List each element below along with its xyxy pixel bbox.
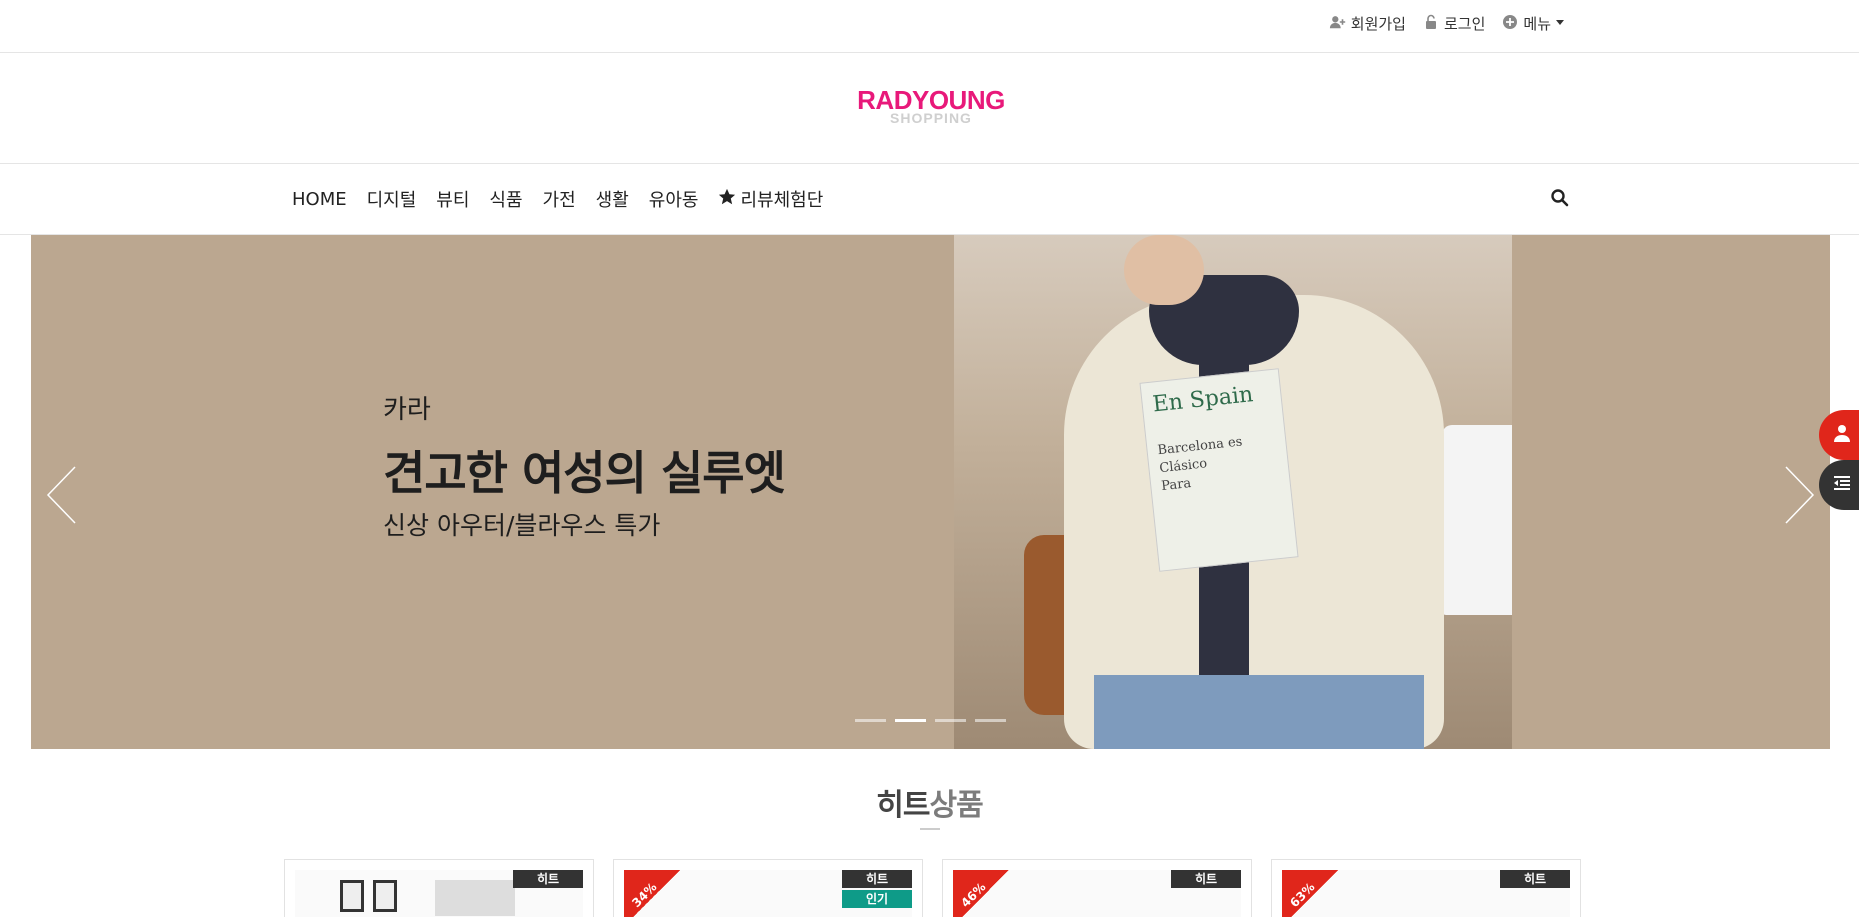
nav-item-living[interactable]: 생활	[596, 186, 629, 212]
logo-band: RADYOUNG SHOPPING	[0, 53, 1859, 164]
signup-link[interactable]: 회원가입	[1329, 13, 1406, 34]
menu-label: 메뉴	[1523, 15, 1551, 33]
login-link[interactable]: 로그인	[1422, 13, 1485, 34]
caret-down-icon	[1555, 14, 1565, 34]
plus-circle-icon	[1501, 14, 1519, 34]
hit-badge: 히트	[513, 870, 583, 888]
discount-ribbon: 63%	[1282, 870, 1338, 917]
nav-item-beauty[interactable]: 뷰티	[436, 186, 469, 212]
product-card[interactable]: 46% 히트	[942, 859, 1252, 917]
nav-item-appliance[interactable]: 가전	[543, 186, 576, 212]
outdent-list-icon	[1826, 473, 1852, 497]
nav-items: HOME 디지털 뷰티 식품 가전 생활 유아동 리뷰체험단	[292, 186, 823, 212]
image-frame-decor	[373, 880, 397, 912]
image-frame-decor	[435, 880, 515, 916]
discount-ribbon: 34%	[624, 870, 680, 917]
review-label: 리뷰체험단	[740, 190, 824, 211]
search-icon[interactable]	[1550, 188, 1570, 208]
photo-bed	[1442, 425, 1512, 615]
banner-text: 카라 견고한 여성의 실루엣 신상 아우터/블라우스 특가	[383, 393, 786, 543]
top-links: 회원가입 로그인 메뉴	[1329, 13, 1565, 34]
product-card[interactable]: 히트	[284, 859, 594, 917]
discount-rate: 63%	[1287, 879, 1318, 911]
section-title: 히트상품	[0, 780, 1859, 824]
main-nav: HOME 디지털 뷰티 식품 가전 생활 유아동 리뷰체험단	[0, 164, 1859, 235]
discount-ribbon: 46%	[953, 870, 1009, 917]
slide-pagination	[855, 719, 1006, 722]
slide-dot[interactable]	[855, 719, 886, 722]
book-title: En Spain	[1151, 382, 1255, 418]
nav-item-digital[interactable]: 디지털	[367, 186, 417, 212]
photo-book: En Spain Barcelona es Clásico Para	[1139, 368, 1299, 572]
user-plus-icon	[1329, 14, 1347, 34]
site-logo[interactable]: RADYOUNG SHOPPING	[856, 87, 1006, 125]
hit-badge: 히트	[1500, 870, 1570, 888]
book-text: Barcelona es Clásico Para	[1157, 433, 1247, 496]
banner-small-text: 카라	[383, 395, 431, 425]
banner-photo: En Spain Barcelona es Clásico Para	[954, 235, 1512, 749]
unlock-icon	[1422, 14, 1440, 34]
login-label: 로그인	[1443, 15, 1486, 33]
nav-item-food[interactable]: 식품	[489, 186, 522, 212]
image-frame-decor	[340, 880, 364, 912]
discount-rate: 46%	[958, 879, 989, 911]
photo-hand	[1124, 235, 1204, 305]
discount-rate: 34%	[629, 879, 660, 911]
hit-badge: 히트	[1171, 870, 1241, 888]
popular-badge: 인기	[842, 890, 912, 908]
signup-label: 회원가입	[1350, 15, 1406, 33]
section-title-part2: 상품	[929, 788, 984, 823]
slide-dot[interactable]	[975, 719, 1006, 722]
slide-dot-active[interactable]	[895, 719, 926, 722]
hit-badge: 히트	[842, 870, 912, 888]
menu-dropdown[interactable]: 메뉴	[1501, 13, 1565, 34]
star-icon	[718, 188, 736, 211]
section-title-part1: 히트	[876, 788, 930, 823]
nav-item-kids[interactable]: 유아동	[649, 186, 699, 212]
next-slide-arrow-icon[interactable]	[1782, 465, 1816, 525]
nav-item-review[interactable]: 리뷰체험단	[718, 186, 823, 212]
slide-dot[interactable]	[935, 719, 966, 722]
product-card[interactable]: 34% 히트 인기	[613, 859, 923, 917]
user-icon	[1826, 423, 1852, 447]
hero-banner[interactable]: 카라 견고한 여성의 실루엣 신상 아우터/블라우스 특가 En Spain B…	[31, 235, 1830, 749]
section-divider	[920, 828, 940, 830]
product-card[interactable]: 63% 히트	[1271, 859, 1581, 917]
banner-headline: 견고한 여성의 실루엣	[383, 446, 786, 500]
photo-jeans	[1094, 675, 1424, 749]
prev-slide-arrow-icon[interactable]	[45, 465, 79, 525]
banner-description: 신상 아우터/블라우스 특가	[383, 511, 661, 540]
nav-item-home[interactable]: HOME	[292, 186, 347, 212]
top-bar: 회원가입 로그인 메뉴	[0, 0, 1859, 53]
